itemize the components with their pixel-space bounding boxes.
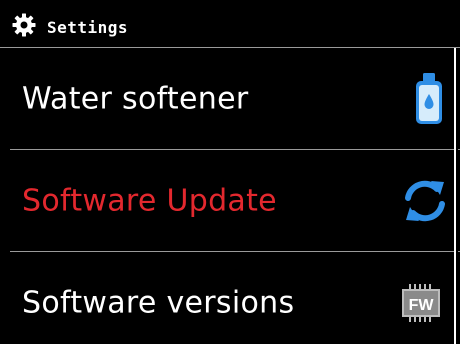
- header-bar: Settings: [0, 0, 460, 48]
- settings-screen: Settings Water softener Software Update …: [0, 0, 460, 344]
- scrollbar[interactable]: [454, 48, 458, 344]
- settings-menu: Water softener Software Update Software …: [10, 48, 460, 344]
- scrollbar-thumb[interactable]: [454, 48, 456, 344]
- firmware-chip-icon: FW: [402, 283, 440, 322]
- gear-icon: [12, 13, 36, 37]
- page-title: Settings: [47, 18, 129, 37]
- menu-item-label: Software Update: [22, 183, 277, 218]
- sync-icon: [405, 180, 445, 221]
- menu-item-water-softener[interactable]: Water softener: [10, 48, 460, 150]
- firmware-icon-text: FW: [409, 297, 435, 314]
- menu-item-label: Water softener: [22, 81, 249, 116]
- menu-item-label: Software versions: [22, 285, 295, 320]
- water-bottle-icon: [416, 72, 442, 124]
- menu-item-software-update[interactable]: Software Update: [10, 150, 460, 252]
- menu-item-software-versions[interactable]: Software versions FW: [10, 252, 460, 344]
